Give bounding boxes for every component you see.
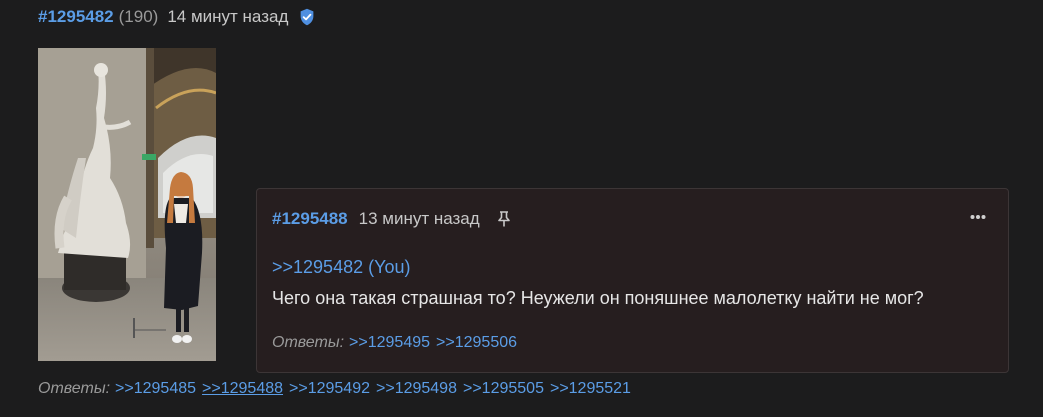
- reply-link[interactable]: >>1295498: [376, 380, 457, 398]
- photo-statue-woman: [38, 48, 216, 361]
- post-header: #1295482 (190) 14 минут назад: [38, 6, 316, 28]
- reply-link[interactable]: >>1295505: [463, 380, 544, 398]
- popup-header: #1295488 13 минут назад: [272, 209, 511, 229]
- pin-icon[interactable]: [497, 211, 511, 227]
- verified-check-icon: [301, 8, 314, 26]
- more-dots-icon[interactable]: [970, 213, 986, 221]
- post-reply-count: (190): [118, 7, 159, 26]
- popup-reply-link[interactable]: >>1295495: [349, 334, 430, 352]
- reply-link[interactable]: >>1295521: [550, 380, 631, 398]
- popup-reply-link[interactable]: >>1295506: [436, 334, 517, 352]
- replies-label: Ответы:: [38, 380, 111, 397]
- reply-link[interactable]: >>1295492: [289, 380, 370, 398]
- popup-post-number-link[interactable]: #1295488: [272, 209, 348, 229]
- reply-link[interactable]: >>1295488: [202, 380, 283, 398]
- reply-link[interactable]: >>1295485: [115, 380, 196, 398]
- popup-message-text: Чего она такая страшная то? Неужели он п…: [272, 288, 924, 308]
- reply-preview-popup: #1295488 13 минут назад >>1295482 (You) …: [256, 188, 1009, 373]
- post-time: 14 минут назад: [167, 7, 289, 26]
- popup-replies: Ответы: >>1295495 >>1295506: [272, 334, 523, 352]
- post-image-thumbnail[interactable]: [38, 48, 216, 361]
- post: #1295482 (190) 14 минут назад Ответы: >>…: [0, 0, 1043, 417]
- quote-link[interactable]: >>1295482 (You): [272, 257, 410, 278]
- popup-time: 13 минут назад: [358, 209, 480, 228]
- popup-replies-label: Ответы:: [272, 334, 345, 351]
- post-number-link[interactable]: #1295482: [38, 7, 114, 27]
- post-replies: Ответы: >>1295485 >>1295488 >>1295492 >>…: [38, 380, 637, 398]
